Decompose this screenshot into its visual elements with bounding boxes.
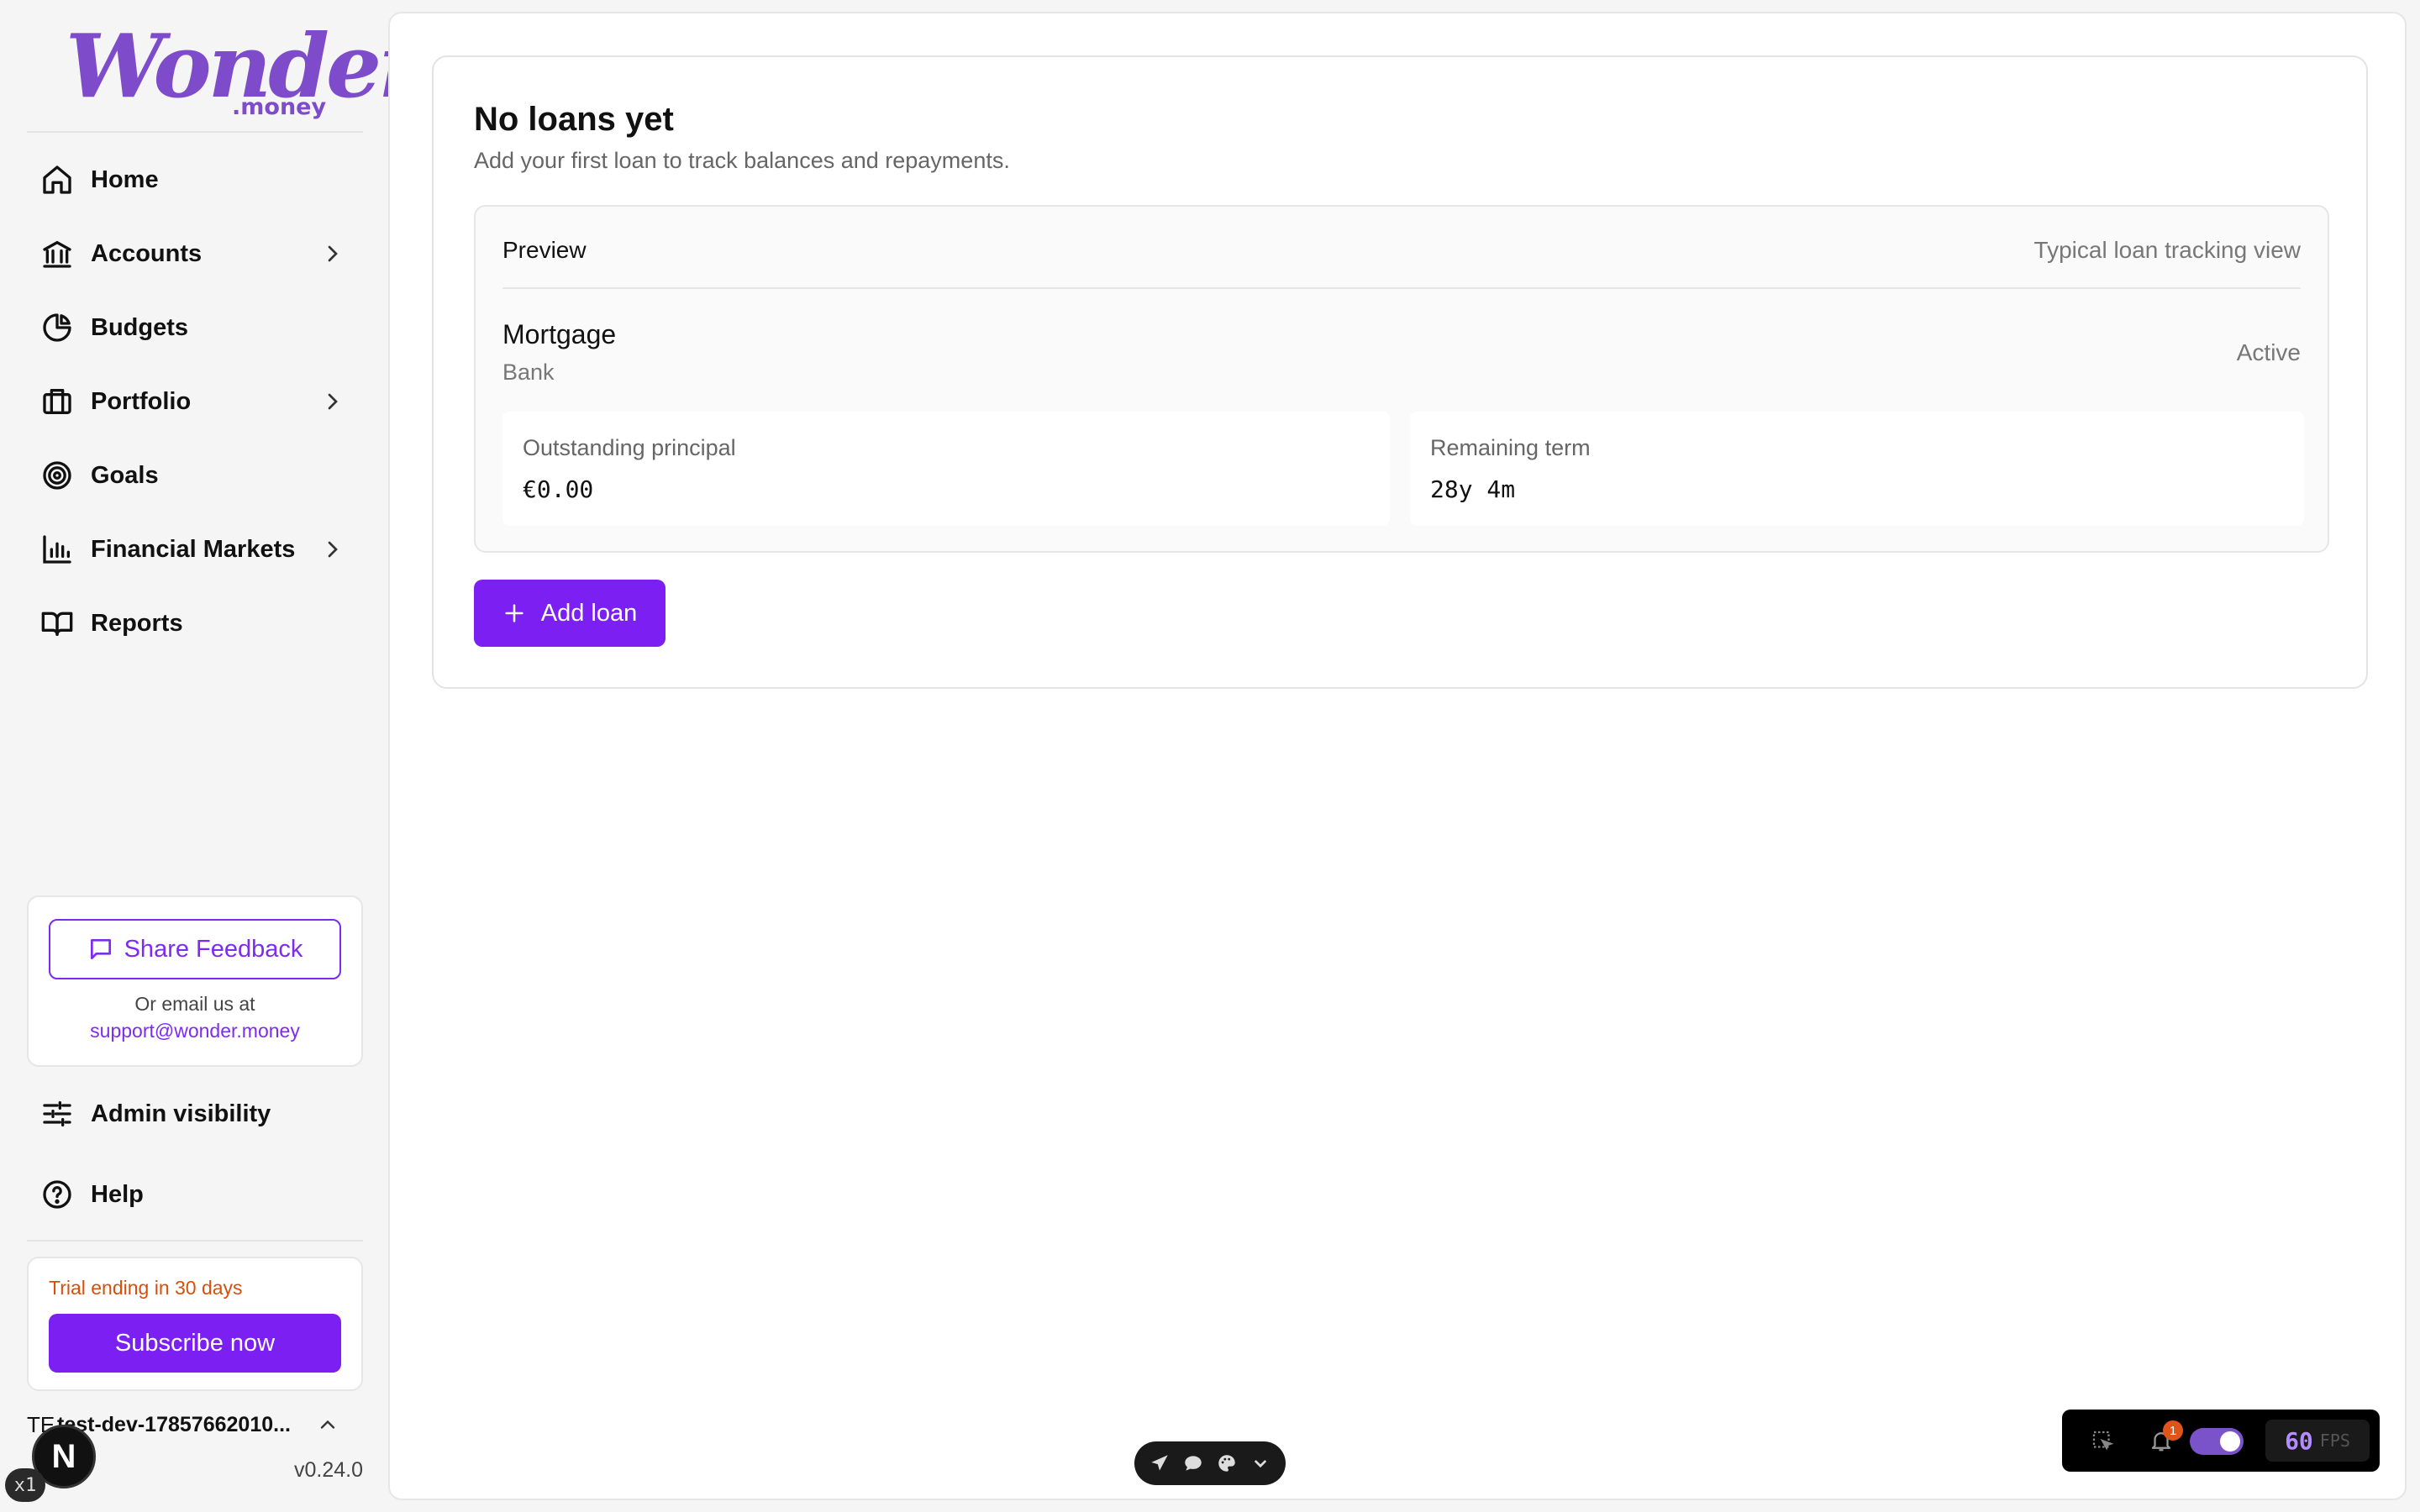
- brand-suffix: .money: [232, 94, 327, 120]
- share-feedback-button[interactable]: Share Feedback: [49, 919, 341, 979]
- fps-meter: 60 FPS: [2265, 1420, 2370, 1462]
- sidebar-item-accounts[interactable]: Accounts: [27, 217, 363, 291]
- trial-card: Trial ending in 30 days Subscribe now: [27, 1257, 363, 1391]
- help-circle-icon: [40, 1178, 74, 1211]
- dev-toolbar: 1 60 FPS: [2062, 1410, 2380, 1472]
- feedback-toolbar: [1134, 1441, 1286, 1485]
- main-panel: No loans yet Add your first loan to trac…: [388, 12, 2407, 1500]
- sidebar-item-label: Goals: [91, 461, 159, 489]
- add-loan-button[interactable]: Add loan: [474, 580, 666, 647]
- stat-label: Outstanding principal: [523, 435, 736, 460]
- stat-remaining-term: Remaining term 28y 4m: [1410, 412, 2304, 526]
- help-item[interactable]: Help: [27, 1158, 363, 1231]
- loans-empty-state: No loans yet Add your first loan to trac…: [432, 55, 2368, 689]
- send-icon[interactable]: [1147, 1451, 1172, 1476]
- fps-value: 60: [2285, 1426, 2313, 1455]
- chevron-right-icon: [328, 393, 338, 410]
- bank-icon: [40, 237, 74, 270]
- book-icon: [40, 606, 74, 640]
- sidebar-nav: Home Accounts Budgets Portfolio Goals Fi…: [27, 143, 363, 660]
- fps-unit: FPS: [2319, 1431, 2350, 1451]
- sidebar-item-financial-markets[interactable]: Financial Markets: [27, 512, 363, 586]
- comment-icon[interactable]: [1181, 1451, 1206, 1476]
- loan-name: Mortgage: [502, 319, 617, 349]
- divider: [27, 131, 363, 133]
- page-subtitle: Add your first loan to track balances an…: [474, 148, 1010, 173]
- sliders-icon: [40, 1097, 74, 1131]
- help-label: Help: [91, 1180, 144, 1208]
- sidebar-item-label: Budgets: [91, 313, 188, 341]
- sidebar-item-label: Financial Markets: [91, 535, 296, 563]
- zoom-indicator: x1: [5, 1468, 45, 1502]
- home-icon: [40, 163, 74, 197]
- sidebar-item-reports[interactable]: Reports: [27, 586, 363, 660]
- feedback-card: Share Feedback Or email us at support@wo…: [27, 895, 363, 1067]
- sidebar-item-portfolio[interactable]: Portfolio: [27, 365, 363, 438]
- subscribe-button[interactable]: Subscribe now: [49, 1314, 341, 1373]
- pie-chart-icon: [40, 311, 74, 344]
- toggle-knob: [2220, 1431, 2240, 1452]
- sidebar-item-budgets[interactable]: Budgets: [27, 291, 363, 365]
- support-email-link[interactable]: support@wonder.money: [29, 1020, 361, 1042]
- stat-value: €0.00: [523, 475, 594, 503]
- chevron-down-icon[interactable]: [1248, 1451, 1273, 1476]
- message-icon: [90, 939, 111, 959]
- bar-chart-icon: [40, 533, 74, 566]
- plus-icon: [505, 604, 523, 622]
- preview-label: Preview: [502, 237, 587, 263]
- loan-status: Active: [2236, 339, 2301, 365]
- select-element-icon[interactable]: [2086, 1424, 2119, 1457]
- loan-lender: Bank: [502, 360, 555, 385]
- preview-caption: Typical loan tracking view: [2033, 237, 2301, 263]
- stat-value: 28y 4m: [1430, 475, 1516, 503]
- app-version: v0.24.0: [293, 1458, 363, 1482]
- chevron-right-icon: [328, 245, 338, 262]
- loan-preview: Preview Typical loan tracking view Mortg…: [474, 205, 2329, 553]
- sidebar-item-label: Portfolio: [91, 387, 192, 415]
- briefcase-icon: [40, 385, 74, 418]
- brand-logo[interactable]: Wonder .money: [66, 20, 424, 121]
- sidebar-item-goals[interactable]: Goals: [27, 438, 363, 512]
- chevron-up-icon: [320, 1420, 335, 1429]
- sidebar-item-label: Home: [91, 165, 159, 193]
- sidebar-item-home[interactable]: Home: [27, 143, 363, 217]
- chevron-right-icon: [328, 541, 338, 558]
- email-prompt: Or email us at: [134, 993, 255, 1015]
- add-loan-label: Add loan: [540, 599, 638, 627]
- divider: [27, 1240, 363, 1242]
- stat-outstanding-principal: Outstanding principal €0.00: [502, 412, 1390, 526]
- sidebar-item-label: Reports: [91, 609, 183, 637]
- toolbar-toggle[interactable]: [2190, 1428, 2244, 1455]
- notification-count: 1: [2163, 1420, 2183, 1441]
- admin-visibility-label: Admin visibility: [91, 1100, 271, 1127]
- bell-icon[interactable]: 1: [2144, 1420, 2183, 1457]
- trial-notice: Trial ending in 30 days: [49, 1277, 243, 1299]
- share-feedback-label: Share Feedback: [124, 935, 303, 963]
- sidebar: Wonder .money Home Accounts Budgets Port…: [0, 0, 424, 1512]
- divider: [502, 287, 2301, 289]
- user-name: test-dev-17857662010...: [57, 1412, 291, 1436]
- stat-label: Remaining term: [1430, 435, 1591, 460]
- sidebar-item-label: Accounts: [91, 239, 203, 267]
- page-title: No loans yet: [474, 101, 674, 138]
- admin-visibility-item[interactable]: Admin visibility: [27, 1077, 363, 1151]
- target-icon: [40, 459, 74, 492]
- palette-icon[interactable]: [1214, 1451, 1239, 1476]
